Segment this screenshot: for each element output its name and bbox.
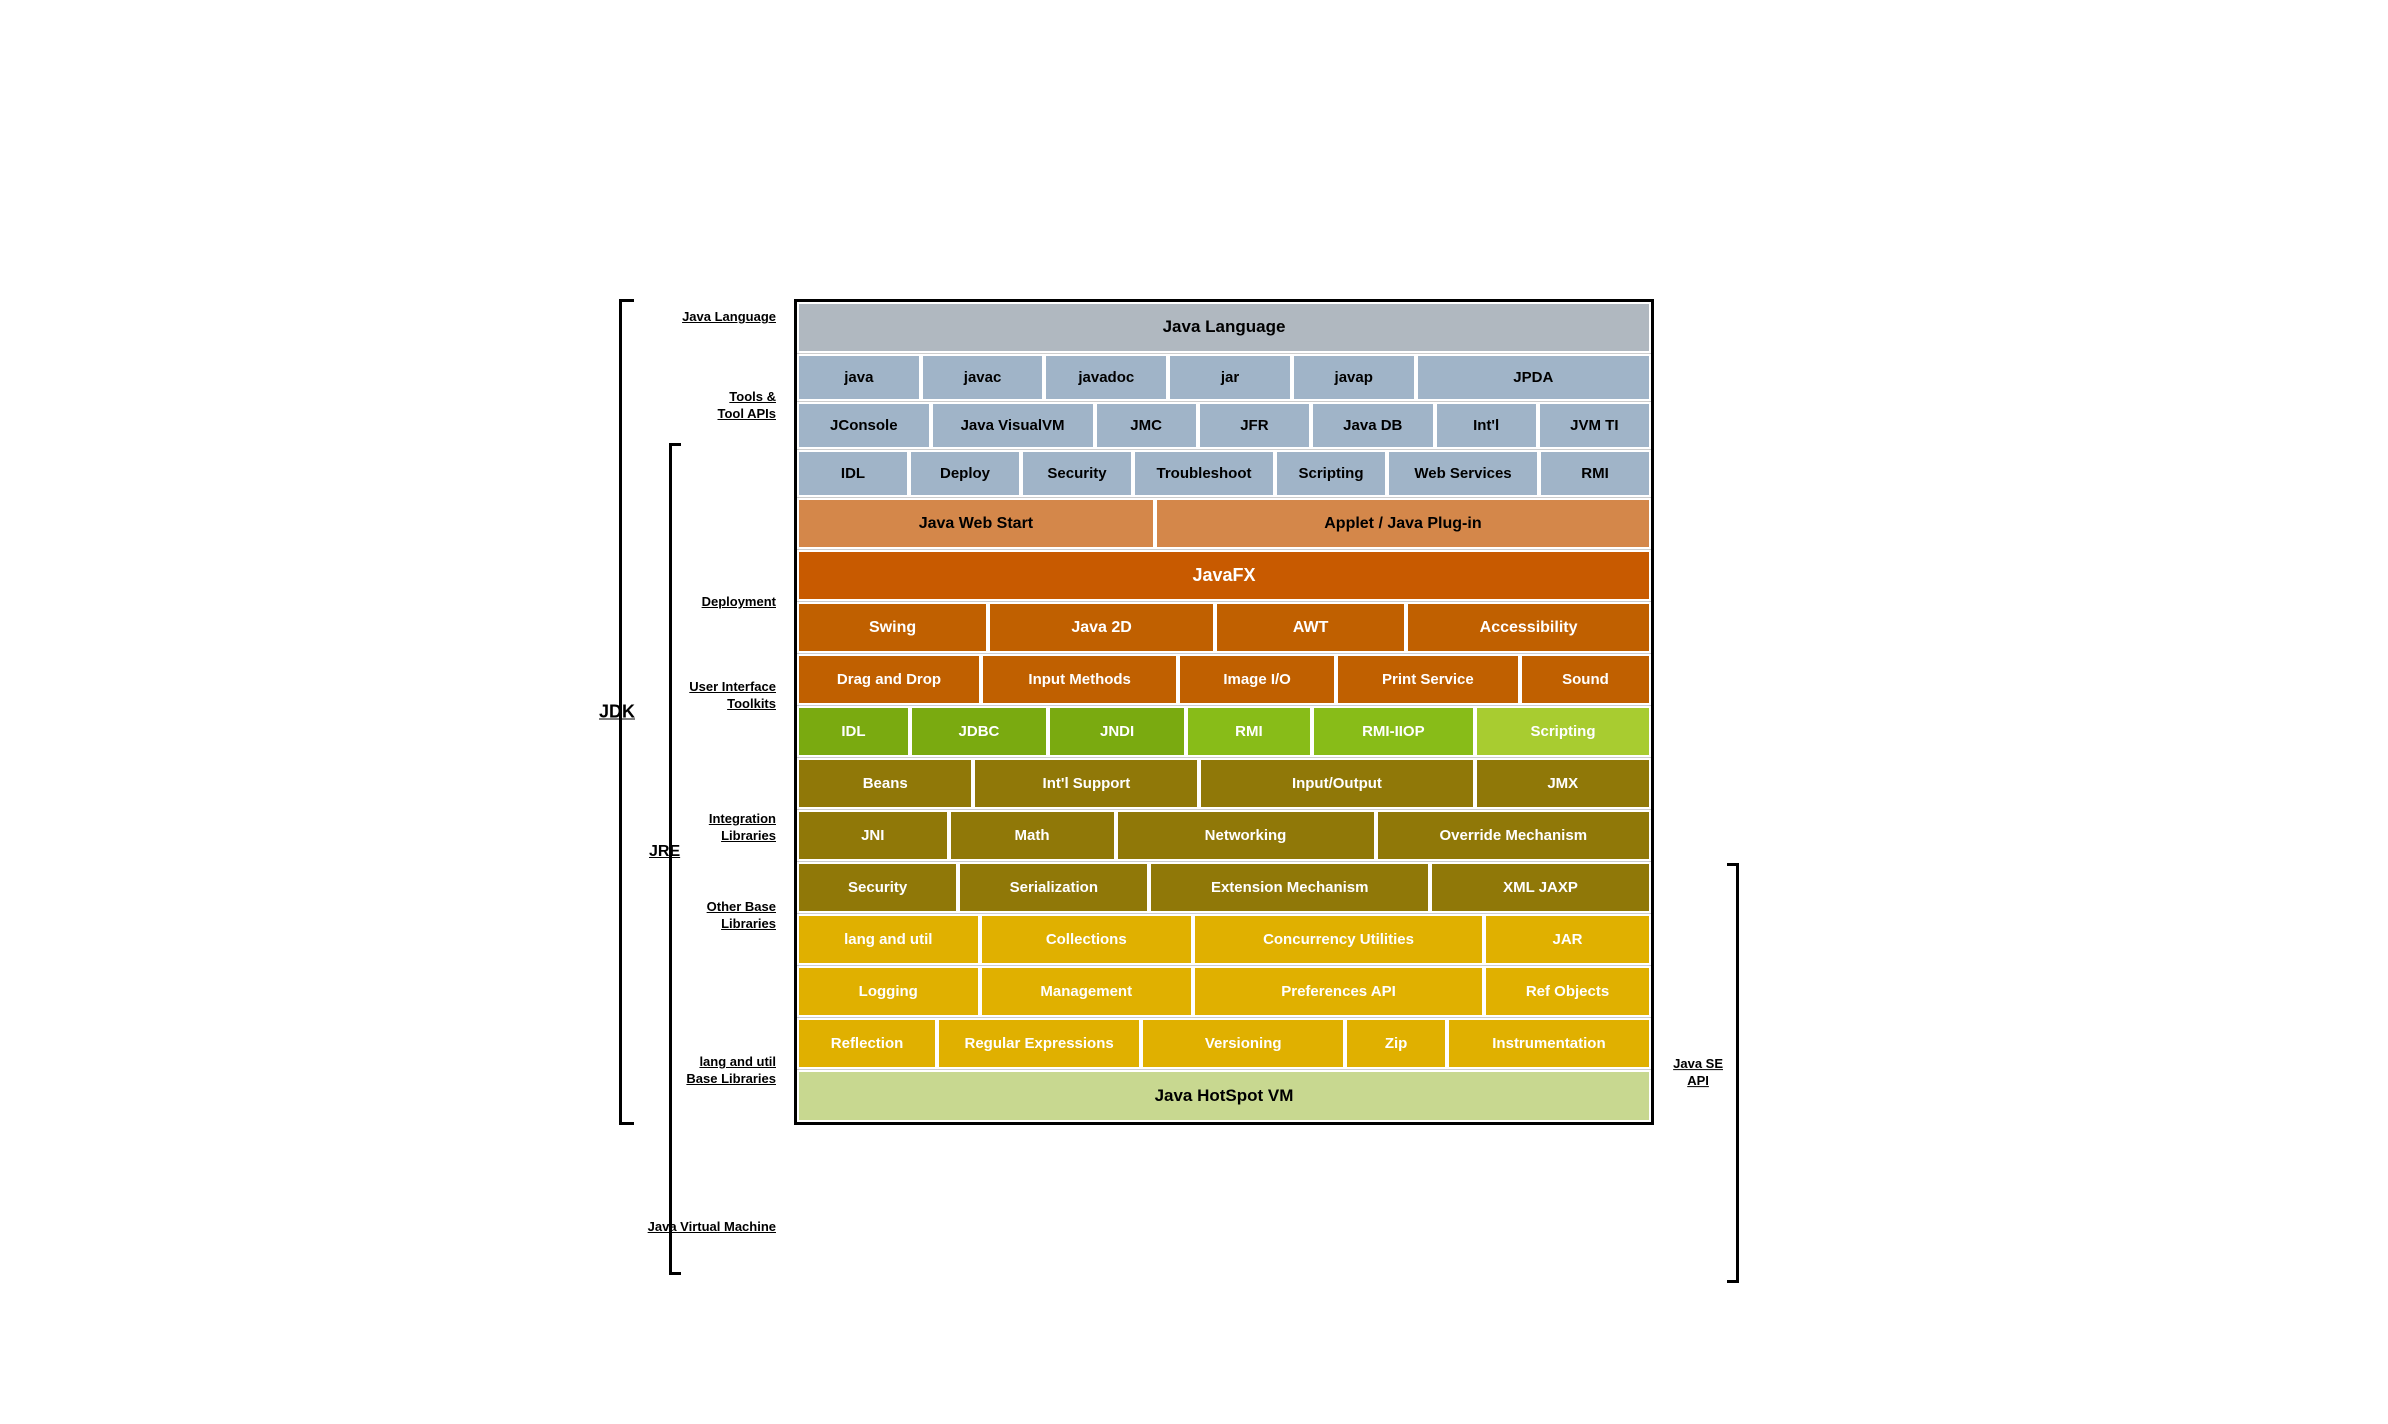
javafx-cell: JavaFX [797, 550, 1651, 601]
java-db-cell: Java DB [1311, 402, 1434, 449]
jvisualvm-cell: Java VisualVM [931, 402, 1095, 449]
java-language-row: Java Language [797, 302, 1651, 354]
lang-util-cell: lang and util [797, 914, 980, 965]
integration-row: IDL JDBC JNDI RMI RMI-IIOP Scripting [797, 706, 1651, 758]
rmi-tools-cell: RMI [1539, 450, 1651, 497]
java2d-cell: Java 2D [988, 602, 1215, 653]
ui-toolkits-label: User InterfaceToolkits [689, 679, 776, 713]
javadoc-cell: javadoc [1044, 354, 1168, 401]
versioning-cell: Versioning [1141, 1018, 1345, 1069]
integration-label: IntegrationLibraries [709, 811, 776, 845]
main-diagram: Java Language java javac javadoc jar jav… [794, 299, 1654, 1125]
tools-row2: JConsole Java VisualVM JMC JFR Java DB I… [797, 402, 1651, 450]
jmc-cell: JMC [1095, 402, 1198, 449]
management-cell: Management [980, 966, 1194, 1017]
intl-cell: Int'l [1435, 402, 1538, 449]
jvm-label: Java Virtual Machine [648, 1219, 776, 1234]
beans-cell: Beans [797, 758, 973, 809]
intl-support-cell: Int'l Support [973, 758, 1199, 809]
concurrency-cell: Concurrency Utilities [1193, 914, 1484, 965]
troubleshoot-cell: Troubleshoot [1133, 450, 1275, 497]
other-row3: Security Serialization Extension Mechani… [797, 862, 1651, 914]
extension-mechanism-cell: Extension Mechanism [1149, 862, 1430, 913]
drag-drop-cell: Drag and Drop [797, 654, 981, 705]
jdk-label: JDK [599, 702, 635, 723]
jndi-cell: JNDI [1048, 706, 1186, 757]
rmi-iiop-cell: RMI-IIOP [1312, 706, 1475, 757]
java-cell: java [797, 354, 921, 401]
javafx-row: JavaFX [797, 550, 1651, 602]
jconsole-cell: JConsole [797, 402, 931, 449]
other-row1: Beans Int'l Support Input/Output JMX [797, 758, 1651, 810]
lang-row2: Logging Management Preferences API Ref O… [797, 966, 1651, 1018]
tools-row1: java javac javadoc jar javap JPDA [797, 354, 1651, 402]
jre-label: JRE [649, 843, 680, 861]
instrumentation-cell: Instrumentation [1447, 1018, 1651, 1069]
xml-jaxp-cell: XML JAXP [1430, 862, 1651, 913]
jvm-ti-cell: JVM TI [1538, 402, 1651, 449]
deploy-cell: Deploy [909, 450, 1021, 497]
tools-row3: IDL Deploy Security Troubleshoot Scripti… [797, 450, 1651, 498]
web-services-cell: Web Services [1387, 450, 1539, 497]
rmi-int-cell: RMI [1186, 706, 1312, 757]
java-web-start-cell: Java Web Start [797, 498, 1155, 549]
diagram-container: Java Language java javac javadoc jar jav… [644, 299, 1744, 1125]
idl-tools-cell: IDL [797, 450, 909, 497]
lang-row3: Reflection Regular Expressions Versionin… [797, 1018, 1651, 1070]
scripting-int-cell: Scripting [1475, 706, 1651, 757]
ref-objects-cell: Ref Objects [1484, 966, 1651, 1017]
java-se-api-bracket [1727, 863, 1739, 1283]
deployment-label: Deployment [702, 594, 776, 609]
accessibility-cell: Accessibility [1406, 602, 1651, 653]
idl-int-cell: IDL [797, 706, 910, 757]
other-base-label: Other BaseLibraries [707, 899, 776, 933]
other-row2: JNI Math Networking Override Mechanism [797, 810, 1651, 862]
swing-cell: Swing [797, 602, 988, 653]
jvm-cell: Java HotSpot VM [797, 1070, 1651, 1122]
jar-cell: jar [1168, 354, 1292, 401]
jdbc-cell: JDBC [910, 706, 1048, 757]
lang-util-label: lang and utilBase Libraries [686, 1054, 776, 1088]
collections-cell: Collections [980, 914, 1194, 965]
ui-row1: Swing Java 2D AWT Accessibility [797, 602, 1651, 654]
reflection-cell: Reflection [797, 1018, 937, 1069]
override-mechanism-cell: Override Mechanism [1376, 810, 1652, 861]
java-se-api-label: Java SEAPI [1673, 1056, 1723, 1090]
jmx-cell: JMX [1475, 758, 1651, 809]
security-tools-cell: Security [1021, 450, 1133, 497]
zip-cell: Zip [1345, 1018, 1447, 1069]
javac-cell: javac [921, 354, 1045, 401]
java-language-cell: Java Language [797, 302, 1651, 353]
security-other-cell: Security [797, 862, 958, 913]
jpda-cell: JPDA [1416, 354, 1651, 401]
image-io-cell: Image I/O [1178, 654, 1336, 705]
jfr-cell: JFR [1198, 402, 1311, 449]
lang-row1: lang and util Collections Concurrency Ut… [797, 914, 1651, 966]
scripting-tools-cell: Scripting [1275, 450, 1387, 497]
ui-row2: Drag and Drop Input Methods Image I/O Pr… [797, 654, 1651, 706]
tools-label: Tools &Tool APIs [718, 389, 777, 423]
jvm-row: Java HotSpot VM [797, 1070, 1651, 1122]
left-labels: Java Language Tools &Tool APIs Deploymen… [646, 299, 786, 1125]
regular-expressions-cell: Regular Expressions [937, 1018, 1141, 1069]
deployment-row: Java Web Start Applet / Java Plug-in [797, 498, 1651, 550]
input-methods-cell: Input Methods [981, 654, 1178, 705]
input-output-cell: Input/Output [1199, 758, 1474, 809]
serialization-cell: Serialization [958, 862, 1149, 913]
logging-cell: Logging [797, 966, 980, 1017]
sound-cell: Sound [1520, 654, 1651, 705]
jar-lang-cell: JAR [1484, 914, 1651, 965]
jni-cell: JNI [797, 810, 949, 861]
networking-cell: Networking [1116, 810, 1376, 861]
awt-cell: AWT [1215, 602, 1406, 653]
preferences-api-cell: Preferences API [1193, 966, 1484, 1017]
print-service-cell: Print Service [1336, 654, 1520, 705]
javap-cell: javap [1292, 354, 1416, 401]
applet-plugin-cell: Applet / Java Plug-in [1155, 498, 1651, 549]
math-cell: Math [949, 810, 1116, 861]
java-language-label: Java Language [682, 309, 776, 324]
